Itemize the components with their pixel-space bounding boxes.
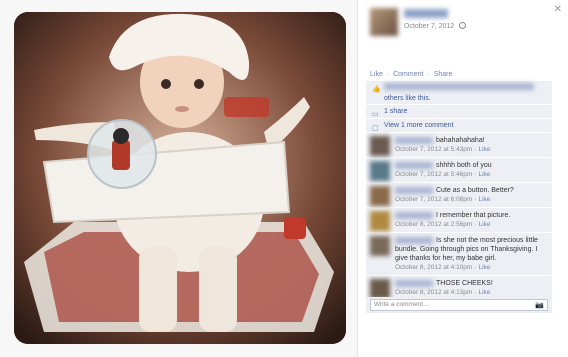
comment-like-link[interactable]: Like — [479, 196, 491, 203]
photo-pane — [0, 0, 358, 357]
post-stats: 👍 others like this. ▭ 1 share ▢ View 1 m… — [366, 81, 552, 133]
comment-item: Is she not the most precious little bund… — [366, 233, 552, 276]
comment-link[interactable]: Comment — [393, 71, 423, 78]
thumbs-up-icon: 👍 — [372, 86, 381, 93]
comment-body: shhhh both of you — [395, 161, 548, 170]
post-sidebar: October 7, 2012 ✕ Like · Comment · Share… — [362, 0, 568, 357]
comment-item: shhhh both of you October 7, 2012 at 5:46… — [366, 158, 552, 183]
close-icon[interactable]: ✕ — [554, 4, 562, 15]
comment-timestamp[interactable]: October 7, 2012 at 5:46pm — [395, 171, 472, 178]
commenter-avatar[interactable] — [370, 279, 390, 299]
commenter-avatar[interactable] — [370, 161, 390, 181]
comment-body: Is she not the most precious little bund… — [395, 236, 548, 263]
post-date[interactable]: October 7, 2012 — [404, 23, 454, 30]
commenter-name[interactable] — [395, 186, 433, 194]
comment-body: I remember that picture. — [395, 211, 548, 220]
separator: · — [474, 146, 477, 153]
share-link[interactable]: Share — [434, 71, 453, 78]
comment-item: bahahahahaha! October 7, 2012 at 5:43pm · L… — [366, 133, 552, 158]
separator: · — [474, 264, 477, 271]
photo-illustration — [14, 12, 346, 344]
poster-name[interactable] — [404, 9, 448, 18]
comment-input[interactable]: Write a comment... 📷 — [370, 299, 548, 311]
comment-meta: October 7, 2012 at 5:46pm · Like — [395, 170, 548, 179]
comment-item: Cute as a button. Better? October 7, 2012… — [366, 183, 552, 208]
post-actions: Like · Comment · Share — [370, 71, 452, 78]
commenter-avatar[interactable] — [370, 236, 390, 256]
commenter-name[interactable] — [395, 211, 433, 219]
comment-text: Cute as a button. Better? — [436, 187, 514, 194]
view-more-row[interactable]: ▢ View 1 more comment — [366, 119, 552, 133]
photo-viewer: October 7, 2012 ✕ Like · Comment · Share… — [0, 0, 568, 357]
comment-body: THOSE CHEEKS! — [395, 279, 548, 288]
comment-like-link[interactable]: Like — [479, 146, 491, 153]
separator: · — [474, 221, 477, 228]
comment-composer: Write a comment... 📷 — [366, 297, 552, 313]
separator: · — [474, 196, 477, 203]
likers-names[interactable] — [384, 83, 534, 90]
comment-meta: October 8, 2012 at 4:10pm · Like — [395, 263, 548, 272]
separator: · — [427, 71, 430, 78]
commenter-name[interactable] — [395, 136, 433, 144]
comment-meta: October 8, 2012 at 4:13pm · Like — [395, 288, 548, 297]
comment-timestamp[interactable]: October 7, 2012 at 6:08pm — [395, 196, 472, 203]
commenter-name[interactable] — [395, 236, 433, 244]
poster-avatar[interactable] — [370, 8, 398, 36]
comment-body: bahahahahaha! — [395, 136, 548, 145]
shares-row[interactable]: ▭ 1 share — [366, 105, 552, 119]
comment-like-link[interactable]: Like — [479, 264, 491, 271]
likes-row: 👍 others like this. — [366, 81, 552, 105]
comment-body: Cute as a button. Better? — [395, 186, 548, 195]
audience-icon[interactable] — [459, 22, 466, 29]
comment-timestamp[interactable]: October 8, 2012 at 4:10pm — [395, 264, 472, 271]
comment-like-link[interactable]: Like — [479, 171, 491, 178]
baby-photo[interactable] — [14, 12, 346, 344]
commenter-avatar[interactable] — [370, 211, 390, 231]
comment-text: I remember that picture. — [436, 212, 511, 219]
comment-text: bahahahahaha! — [436, 137, 485, 144]
comment-meta: October 7, 2012 at 6:08pm · Like — [395, 195, 548, 204]
comment-timestamp[interactable]: October 7, 2012 at 5:43pm — [395, 146, 472, 153]
commenter-name[interactable] — [395, 161, 433, 169]
comment-timestamp[interactable]: October 8, 2012 at 2:56pm — [395, 221, 472, 228]
commenter-avatar[interactable] — [370, 186, 390, 206]
comment-list: bahahahahaha! October 7, 2012 at 5:43pm · L… — [366, 133, 552, 301]
comment-text: THOSE CHEEKS! — [436, 280, 493, 287]
comment-placeholder: Write a comment... — [374, 301, 429, 308]
comment-like-link[interactable]: Like — [479, 221, 491, 228]
comment-timestamp[interactable]: October 8, 2012 at 4:13pm — [395, 289, 472, 296]
commenter-avatar[interactable] — [370, 136, 390, 156]
likes-text: others like this. — [384, 95, 431, 102]
comment-meta: October 8, 2012 at 2:56pm · Like — [395, 220, 548, 229]
separator: · — [386, 71, 390, 78]
comment-text: shhhh both of you — [436, 162, 492, 169]
shares-count[interactable]: 1 share — [384, 108, 407, 115]
comment-like-link[interactable]: Like — [479, 289, 491, 296]
like-link[interactable]: Like — [370, 71, 383, 78]
comment-item: I remember that picture. October 8, 2012 … — [366, 208, 552, 233]
commenter-name[interactable] — [395, 279, 433, 287]
comment-meta: October 7, 2012 at 5:43pm · Like — [395, 145, 548, 154]
separator: · — [474, 289, 477, 296]
view-more-comments-link[interactable]: View 1 more comment — [384, 122, 454, 129]
camera-icon[interactable]: 📷 — [535, 301, 544, 311]
separator: · — [474, 171, 477, 178]
